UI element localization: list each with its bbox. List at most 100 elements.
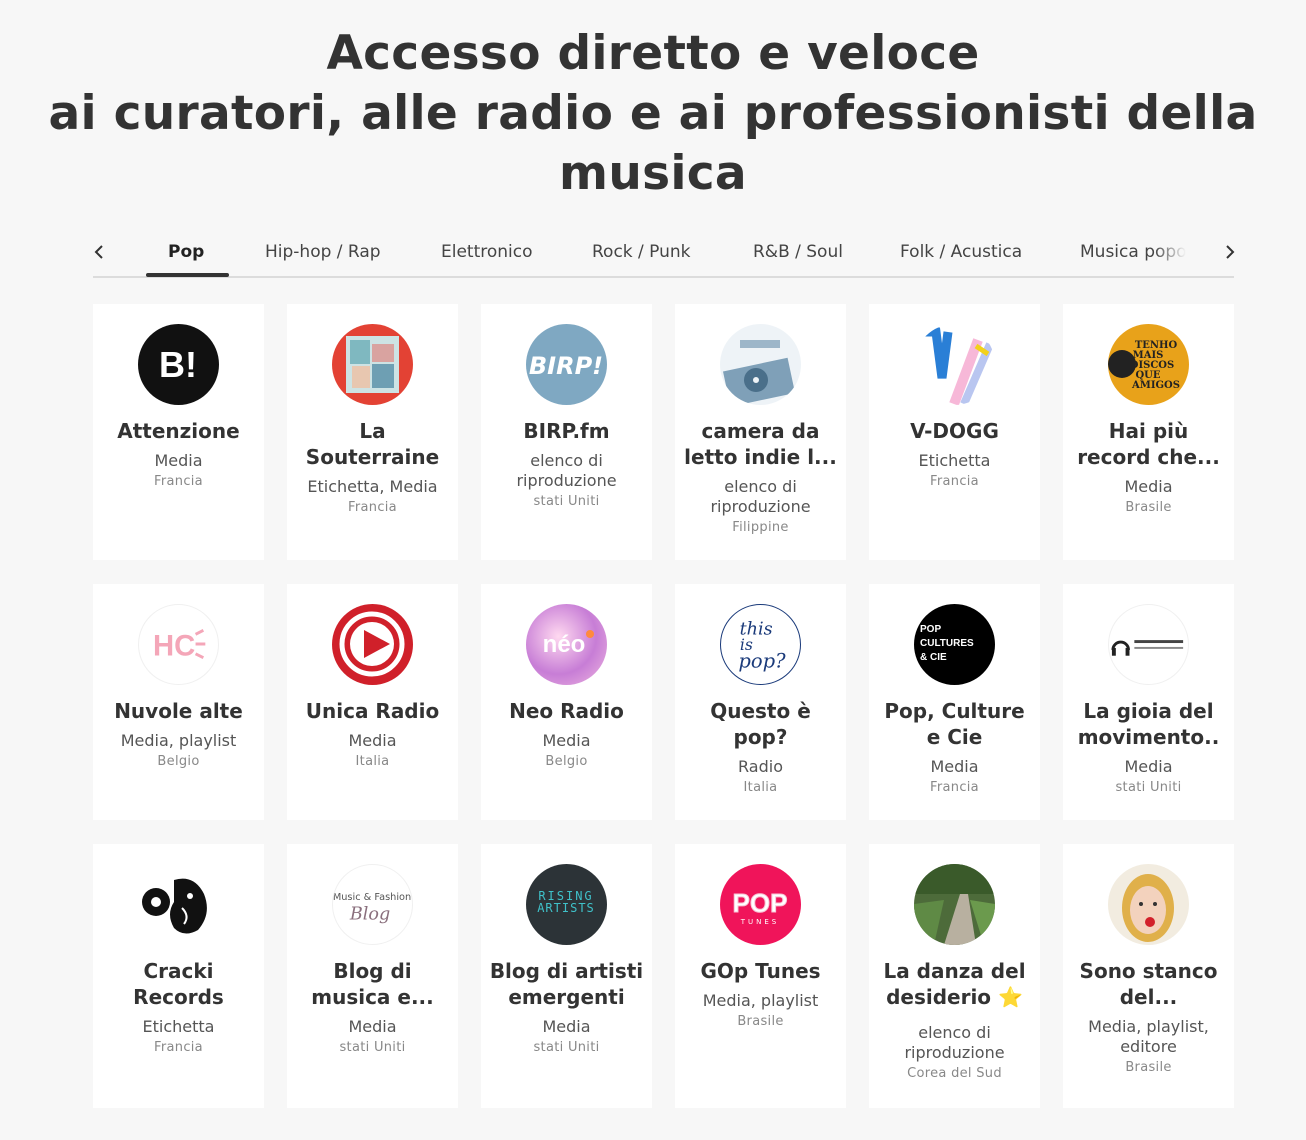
curator-name: Nuvole alte: [114, 699, 243, 723]
curator-card[interactable]: BIRP! BIRP.fm elenco di riproduzione sta…: [481, 304, 652, 560]
curator-card[interactable]: Unica Radio Media Italia: [287, 584, 458, 820]
curator-card[interactable]: POP TUNES GOp Tunes Media, playlist Bras…: [675, 844, 846, 1108]
curator-type: Etichetta, Media: [307, 477, 438, 496]
curator-card[interactable]: néo Neo Radio Media Belgio: [481, 584, 652, 820]
headline-line-3: musica: [559, 146, 747, 201]
svg-text:POP: POP: [920, 624, 941, 635]
curator-type: Media: [348, 1017, 397, 1036]
curator-country: Francia: [154, 1040, 203, 1055]
curator-card[interactable]: Cracki Records Etichetta Francia: [93, 844, 264, 1108]
curator-name: Blog di artisti emergenti: [489, 959, 644, 1009]
tab-musica-popolare[interactable]: Musica popo: [1080, 232, 1186, 276]
curator-country: Francia: [930, 780, 979, 795]
curator-type: Media: [154, 451, 203, 470]
curator-name: V-DOGG: [910, 419, 999, 443]
curator-type: Media, playlist: [120, 731, 237, 750]
curator-type: Media: [542, 731, 591, 750]
curator-type: Media, playlist, editore: [1088, 1017, 1209, 1056]
curator-name: Sono stanco del...: [1079, 959, 1218, 1009]
svg-text:POP: POP: [733, 888, 788, 918]
curator-card[interactable]: POP CULTURES & CIE Pop, Culture e Cie Me…: [869, 584, 1040, 820]
tab-elettronico[interactable]: Elettronico: [441, 232, 533, 276]
curator-country: Italia: [355, 754, 390, 769]
curator-name: Unica Radio: [305, 699, 440, 723]
curator-name: Questo è pop?: [710, 699, 811, 749]
headphones-logo-icon: [1108, 604, 1189, 685]
curator-country: Brasile: [1125, 500, 1172, 515]
collage-logo-icon: [332, 324, 413, 405]
curator-card[interactable]: HC Nuvole alte Media, playlist Belgio: [93, 584, 264, 820]
curator-name: Cracki Records: [133, 959, 224, 1009]
hc-logo-icon: HC: [138, 604, 219, 685]
curator-country: Francia: [930, 474, 979, 489]
curator-country: Belgio: [157, 754, 200, 769]
curator-card[interactable]: La Souterraine Etichetta, Media Francia: [287, 304, 458, 560]
chevron-right-icon[interactable]: [1220, 238, 1240, 266]
genre-tabs: Pop Hip-hop / Rap Elettronico Rock / Pun…: [93, 232, 1235, 278]
curator-type: elenco di riproduzione: [710, 477, 811, 516]
curator-country: Filippine: [732, 520, 789, 535]
svg-text:AMIGOS: AMIGOS: [1131, 380, 1180, 391]
chevron-left-icon[interactable]: [89, 238, 109, 266]
curator-card[interactable]: Music & Fashion Blog Blog di musica e...…: [287, 844, 458, 1108]
b-exclaim-logo-icon: B!: [138, 324, 219, 405]
svg-text:& CIE: & CIE: [920, 652, 947, 663]
curator-country: Belgio: [545, 754, 588, 769]
road-photo-logo-icon: [914, 864, 995, 945]
svg-text:TUNES: TUNES: [740, 918, 780, 926]
curator-card[interactable]: V-DOGG Etichetta Francia: [869, 304, 1040, 560]
curator-card[interactable]: this is pop? Questo è pop? Radio Italia: [675, 584, 846, 820]
curator-name: Attenzione: [117, 419, 240, 443]
curator-card[interactable]: RISING ARTISTS Blog di artisti emergenti…: [481, 844, 652, 1108]
music-fashion-blog-logo-icon: Music & Fashion Blog: [332, 864, 413, 945]
curator-name: BIRP.fm: [523, 419, 610, 443]
ganesh-logo-icon: [138, 864, 219, 945]
svg-text:Music & Fashion: Music & Fashion: [333, 892, 411, 903]
curator-type: Media: [1124, 757, 1173, 776]
turntable-logo-icon: [720, 324, 801, 405]
tab-folk-acustica[interactable]: Folk / Acustica: [900, 232, 1022, 276]
headline-line-1: Accesso diretto e veloce: [326, 26, 980, 81]
curator-type: Etichetta: [918, 451, 991, 470]
curator-card[interactable]: camera da letto indie l... elenco di rip…: [675, 304, 846, 560]
pop-tunes-logo-icon: POP TUNES: [720, 864, 801, 945]
curator-country: stati Uniti: [533, 1040, 600, 1055]
curator-country: stati Uniti: [339, 1040, 406, 1055]
curator-country: Francia: [154, 474, 203, 489]
headline-line-2: ai curatori, alle radio e ai professioni…: [48, 86, 1258, 141]
curator-card[interactable]: La gioia del movimento.. Media stati Uni…: [1063, 584, 1234, 820]
curator-type: elenco di riproduzione: [516, 451, 617, 490]
curator-name: GOp Tunes: [700, 959, 821, 983]
tenho-mais-discos-logo-icon: TENHO MAIS DISCOS QUE AMIGOS: [1108, 324, 1189, 405]
page-headline: Accesso diretto e veloce ai curatori, al…: [0, 24, 1306, 204]
curator-type: Media: [542, 1017, 591, 1036]
curator-card[interactable]: La danza del desiderio ⭐ elenco di ripro…: [869, 844, 1040, 1108]
curator-type: Etichetta: [142, 1017, 215, 1036]
curator-name: camera da letto indie l...: [684, 419, 837, 469]
curator-type: Radio: [738, 757, 783, 776]
svg-text:Blog: Blog: [349, 905, 390, 925]
play-logo-icon: [332, 604, 413, 685]
svg-text:pop?: pop?: [738, 649, 786, 672]
svg-text:BIRP!: BIRP!: [529, 352, 603, 380]
curator-card[interactable]: TENHO MAIS DISCOS QUE AMIGOS Hai più rec…: [1063, 304, 1234, 560]
tab-rock-punk[interactable]: Rock / Punk: [592, 232, 691, 276]
tab-hip-hop-rap[interactable]: Hip-hop / Rap: [265, 232, 381, 276]
portrait-photo-logo-icon: [1108, 864, 1189, 945]
curator-type: elenco di riproduzione: [904, 1023, 1005, 1062]
curator-name: Hai più record che...: [1077, 419, 1220, 469]
curator-name: La Souterraine: [305, 419, 440, 469]
curator-country: Brasile: [737, 1014, 784, 1029]
curator-name: La gioia del movimento..: [1077, 699, 1220, 749]
neo-logo-icon: néo: [526, 604, 607, 685]
curator-card[interactable]: B! Attenzione Media Francia: [93, 304, 264, 560]
tab-rnb-soul[interactable]: R&B / Soul: [753, 232, 843, 276]
this-is-pop-logo-icon: this is pop?: [720, 604, 801, 685]
rising-artists-logo-icon: RISING ARTISTS: [526, 864, 607, 945]
curator-type: Media, playlist: [702, 991, 819, 1010]
curator-card[interactable]: Sono stanco del... Media, playlist, edit…: [1063, 844, 1234, 1108]
curator-country: Francia: [348, 500, 397, 515]
tab-pop[interactable]: Pop: [145, 232, 230, 277]
curator-type: Media: [1124, 477, 1173, 496]
curator-type: Media: [348, 731, 397, 750]
